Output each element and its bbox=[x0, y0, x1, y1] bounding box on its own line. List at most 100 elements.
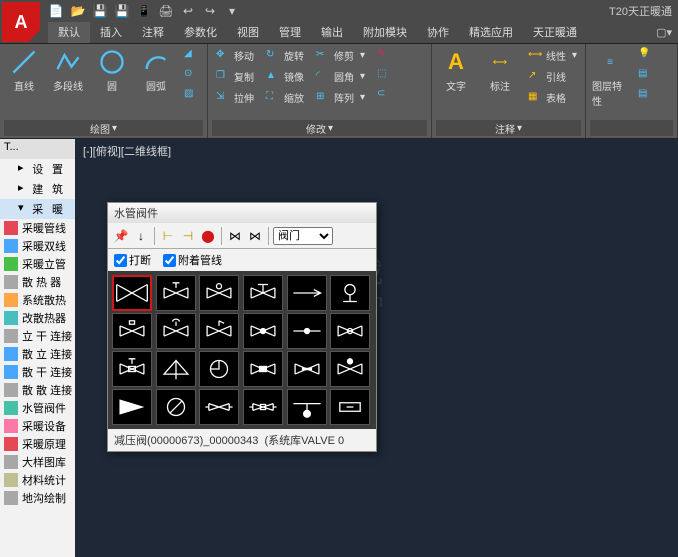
category-select[interactable]: 阀门 bbox=[273, 227, 333, 245]
tab-parametric[interactable]: 参数化 bbox=[174, 22, 227, 43]
valve-symbol-11[interactable] bbox=[330, 313, 370, 349]
panel-draw-title[interactable]: 绘图 ▾ bbox=[4, 120, 203, 136]
valve-symbol-21[interactable] bbox=[243, 389, 283, 425]
valve-symbol-3[interactable] bbox=[243, 275, 283, 311]
tab-output[interactable]: 输出 bbox=[311, 22, 353, 43]
side-cat-heating[interactable]: ▾采暖 bbox=[0, 199, 75, 219]
array-button[interactable]: ⊞阵列▾ bbox=[312, 88, 369, 107]
stretch-button[interactable]: ⇲拉伸 bbox=[212, 88, 258, 107]
side-item-9[interactable]: 散 散 连接 bbox=[0, 381, 75, 399]
saveas-icon[interactable]: 💾 bbox=[114, 3, 130, 19]
side-item-11[interactable]: 采暖设备 bbox=[0, 417, 75, 435]
valve-symbol-17[interactable] bbox=[330, 351, 370, 387]
save-icon[interactable]: 💾 bbox=[92, 3, 108, 19]
valve-symbol-22[interactable] bbox=[287, 389, 327, 425]
redo-icon[interactable]: ↪ bbox=[202, 3, 218, 19]
copy-button[interactable]: ❐复制 bbox=[212, 67, 258, 86]
open-icon[interactable]: 📂 bbox=[70, 3, 86, 19]
side-cat-building[interactable]: ▸建筑 bbox=[0, 179, 75, 199]
tb-end2-icon[interactable]: ⊣ bbox=[179, 227, 197, 245]
opt-break[interactable]: 打断 bbox=[114, 252, 151, 268]
side-item-4[interactable]: 系统散热 bbox=[0, 291, 75, 309]
draw-ext1[interactable]: ◢ bbox=[180, 46, 202, 64]
move-button[interactable]: ✥移动 bbox=[212, 46, 258, 65]
layer-ext3[interactable]: ▤ bbox=[634, 86, 656, 104]
web-icon[interactable]: 📱 bbox=[136, 3, 152, 19]
tab-featured[interactable]: 精选应用 bbox=[459, 22, 523, 43]
valve-symbol-1[interactable] bbox=[156, 275, 196, 311]
valve-symbol-14[interactable] bbox=[199, 351, 239, 387]
tb-valve1-icon[interactable]: ⋈ bbox=[226, 227, 244, 245]
valve-symbol-20[interactable] bbox=[199, 389, 239, 425]
mod-ext3[interactable]: ⊂ bbox=[373, 86, 395, 104]
valve-symbol-0[interactable] bbox=[112, 275, 152, 311]
mirror-button[interactable]: ▲镜像 bbox=[262, 67, 308, 86]
opt-break-checkbox[interactable] bbox=[114, 254, 127, 267]
side-item-15[interactable]: 地沟绘制 bbox=[0, 489, 75, 507]
valve-symbol-6[interactable] bbox=[112, 313, 152, 349]
draw-ext3[interactable]: ▨ bbox=[180, 86, 202, 104]
trim-button[interactable]: ✂修剪▾ bbox=[312, 46, 369, 65]
side-item-3[interactable]: 散 热 器 bbox=[0, 273, 75, 291]
linear-button[interactable]: ⟷线性▾ bbox=[524, 46, 581, 65]
tb-down-icon[interactable]: ↓ bbox=[132, 227, 150, 245]
valve-symbol-2[interactable] bbox=[199, 275, 239, 311]
plot-icon[interactable]: 🖨 bbox=[158, 3, 174, 19]
valve-symbol-13[interactable] bbox=[156, 351, 196, 387]
valve-symbol-8[interactable] bbox=[199, 313, 239, 349]
tb-color-icon[interactable]: ⬤ bbox=[199, 227, 217, 245]
mod-ext1[interactable]: ✎ bbox=[373, 46, 395, 64]
app-logo[interactable]: A bbox=[2, 2, 40, 42]
opt-attach[interactable]: 附着管线 bbox=[163, 252, 222, 268]
scale-button[interactable]: ⛶缩放 bbox=[262, 88, 308, 107]
layer-ext1[interactable]: 💡 bbox=[634, 46, 656, 64]
tab-manage[interactable]: 管理 bbox=[269, 22, 311, 43]
line-button[interactable]: 直线 bbox=[4, 46, 44, 95]
valve-symbol-7[interactable] bbox=[156, 313, 196, 349]
tab-view[interactable]: 视图 bbox=[227, 22, 269, 43]
valve-symbol-18[interactable] bbox=[112, 389, 152, 425]
tab-annotate[interactable]: 注释 bbox=[132, 22, 174, 43]
opt-attach-checkbox[interactable] bbox=[163, 254, 176, 267]
tab-tangent[interactable]: 天正暖通 bbox=[523, 22, 587, 43]
dim-button[interactable]: ⟷ 标注 bbox=[480, 46, 520, 95]
tb-valve2-icon[interactable]: ⋈ bbox=[246, 227, 264, 245]
side-item-6[interactable]: 立 干 连接 bbox=[0, 327, 75, 345]
layer-ext2[interactable]: ▤ bbox=[634, 66, 656, 84]
valve-symbol-23[interactable] bbox=[330, 389, 370, 425]
tab-insert[interactable]: 插入 bbox=[90, 22, 132, 43]
rotate-button[interactable]: ↻旋转 bbox=[262, 46, 308, 65]
side-item-13[interactable]: 大样图库 bbox=[0, 453, 75, 471]
tb-pin-icon[interactable]: 📌 bbox=[112, 227, 130, 245]
valve-symbol-16[interactable] bbox=[287, 351, 327, 387]
leader-button[interactable]: ↗引线 bbox=[524, 67, 581, 86]
side-item-0[interactable]: 采暖管线 bbox=[0, 219, 75, 237]
side-item-5[interactable]: 改散热器 bbox=[0, 309, 75, 327]
valve-symbol-9[interactable] bbox=[243, 313, 283, 349]
valve-symbol-10[interactable] bbox=[287, 313, 327, 349]
tab-collab[interactable]: 协作 bbox=[417, 22, 459, 43]
draw-ext2[interactable]: ⊙ bbox=[180, 66, 202, 84]
new-icon[interactable]: 📄 bbox=[48, 3, 64, 19]
side-item-12[interactable]: 采暖原理 bbox=[0, 435, 75, 453]
side-item-14[interactable]: 材料统计 bbox=[0, 471, 75, 489]
side-item-2[interactable]: 采暖立管 bbox=[0, 255, 75, 273]
side-item-10[interactable]: 水管阀件 bbox=[0, 399, 75, 417]
arc-button[interactable]: 圆弧 bbox=[136, 46, 176, 95]
tb-end1-icon[interactable]: ⊢ bbox=[159, 227, 177, 245]
circle-button[interactable]: 圆 bbox=[92, 46, 132, 95]
view-label[interactable]: [-][俯视][二维线框] bbox=[75, 139, 678, 163]
dialog-titlebar[interactable]: 水管阀件 bbox=[108, 203, 376, 223]
text-button[interactable]: A 文字 bbox=[436, 46, 476, 95]
mod-ext2[interactable]: ⬚ bbox=[373, 66, 395, 84]
side-item-1[interactable]: 采暖双线 bbox=[0, 237, 75, 255]
tab-default[interactable]: 默认 bbox=[48, 22, 90, 43]
valve-symbol-19[interactable] bbox=[156, 389, 196, 425]
side-cat-settings[interactable]: ▸设置 bbox=[0, 159, 75, 179]
tab-more-icon[interactable]: ▢▾ bbox=[656, 26, 672, 39]
valve-symbol-12[interactable] bbox=[112, 351, 152, 387]
panel-modify-title[interactable]: 修改 ▾ bbox=[212, 120, 427, 136]
valve-symbol-5[interactable] bbox=[330, 275, 370, 311]
table-button[interactable]: ▦表格 bbox=[524, 88, 581, 107]
polyline-button[interactable]: 多段线 bbox=[48, 46, 88, 95]
